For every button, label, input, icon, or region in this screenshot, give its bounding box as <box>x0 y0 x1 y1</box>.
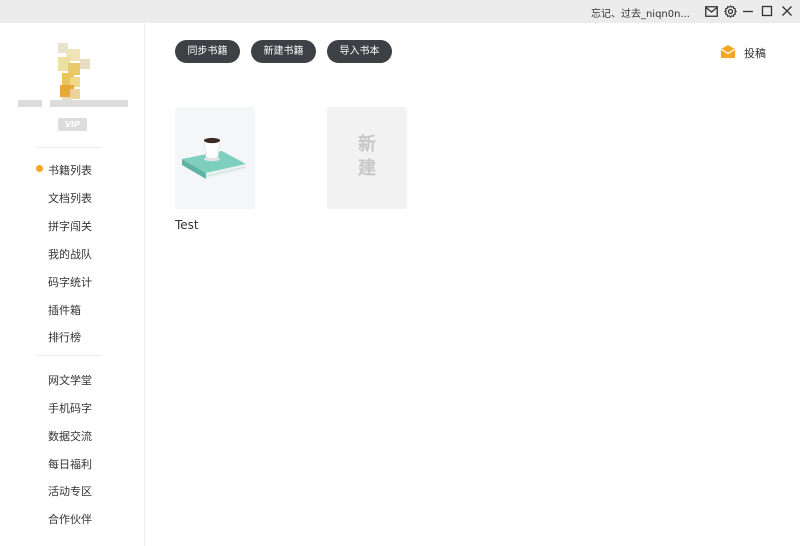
sync-books-button[interactable]: 同步书籍 <box>175 40 240 63</box>
user-account-label[interactable]: 忘记、过去_niqn0n... <box>591 5 690 20</box>
book-cover-icon <box>182 137 246 179</box>
sidebar-item-partners[interactable]: 合作伙伴 <box>48 511 92 527</box>
new-book-button[interactable]: 新建书籍 <box>251 40 316 63</box>
sidebar-item-writing-school[interactable]: 网文学堂 <box>48 372 92 388</box>
sidebar-item-data-exchange[interactable]: 数据交流 <box>48 428 92 444</box>
sidebar-item-leaderboard[interactable]: 排行榜 <box>48 329 81 345</box>
sidebar-item-typing-challenge[interactable]: 拼字闯关 <box>48 218 92 234</box>
sidebar-item-doc-list[interactable]: 文档列表 <box>48 190 92 206</box>
title-bar: 忘记、过去_niqn0n... <box>0 0 800 23</box>
minimize-icon[interactable] <box>741 4 755 18</box>
new-book-card[interactable]: 新 建 <box>327 107 407 209</box>
new-card-line2: 建 <box>358 158 376 179</box>
book-title[interactable]: Test <box>175 218 199 232</box>
username-blur <box>18 100 42 107</box>
username-blur <box>50 100 128 107</box>
vip-badge[interactable]: VIP <box>58 118 87 131</box>
mail-icon[interactable] <box>704 4 718 18</box>
sidebar-divider <box>36 355 102 356</box>
sidebar-item-events[interactable]: 活动专区 <box>48 483 92 499</box>
sidebar-item-plugins[interactable]: 插件箱 <box>48 302 81 318</box>
active-indicator-dot <box>36 165 43 172</box>
gear-icon[interactable] <box>723 4 737 18</box>
submit-envelope-icon <box>720 44 736 63</box>
sidebar: VIP 书籍列表 文档列表 拼字闯关 我的战队 码字统计 插件箱 排行榜 网文学… <box>0 23 145 546</box>
submit-manuscript-button[interactable]: 投稿 <box>720 44 766 63</box>
new-book-card-label: 新 建 <box>327 133 407 181</box>
new-card-line1: 新 <box>358 134 376 155</box>
sidebar-item-book-list[interactable]: 书籍列表 <box>48 162 92 178</box>
sidebar-item-mobile-writing[interactable]: 手机码字 <box>48 400 92 416</box>
submit-label: 投稿 <box>744 47 766 60</box>
sidebar-divider <box>36 147 102 148</box>
sidebar-item-my-team[interactable]: 我的战队 <box>48 246 92 262</box>
close-icon[interactable] <box>780 4 794 18</box>
sidebar-item-word-stats[interactable]: 码字统计 <box>48 274 92 290</box>
book-card[interactable] <box>175 107 255 209</box>
maximize-icon[interactable] <box>760 4 774 18</box>
import-book-button[interactable]: 导入书本 <box>327 40 392 63</box>
sidebar-item-daily-bonus[interactable]: 每日福利 <box>48 456 92 472</box>
